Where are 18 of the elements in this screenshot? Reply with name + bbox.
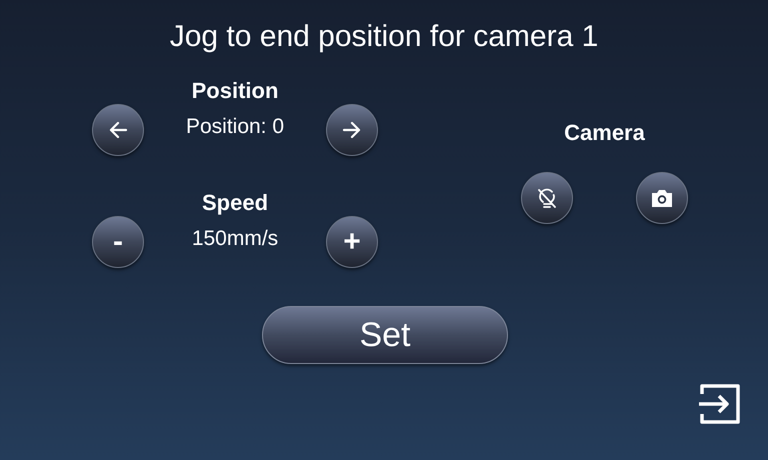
screen-title: Jog to end position for camera 1 (168, 19, 600, 55)
camera-label: Camera (564, 120, 645, 146)
right-arrow-button[interactable] (326, 104, 378, 156)
speed-value: 150mm/s (192, 226, 278, 252)
left-arrow-icon (107, 119, 129, 141)
position-label: Position (192, 78, 278, 104)
set-button[interactable]: Set (262, 306, 508, 364)
position-value: Position: 0 (186, 114, 284, 140)
right-arrow-icon (341, 119, 363, 141)
decrease-speed-button[interactable]: - (92, 216, 144, 268)
bulb-off-icon (535, 186, 559, 210)
left-arrow-button[interactable] (92, 104, 144, 156)
camera-button[interactable] (636, 172, 688, 224)
light-off-button[interactable] (521, 172, 573, 224)
exit-icon[interactable] (698, 382, 742, 426)
camera-icon (650, 187, 674, 209)
speed-label: Speed (202, 190, 268, 216)
increase-speed-button[interactable]: + (326, 216, 378, 268)
